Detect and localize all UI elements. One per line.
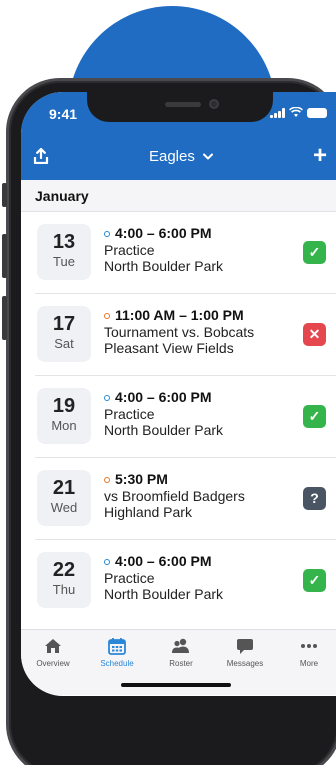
event-title: Tournament vs. Bobcats (104, 324, 255, 340)
event-day: 17 (52, 313, 76, 335)
tab-more[interactable]: More (277, 630, 336, 695)
event-time: 4:00 – 6:00 PM (115, 225, 212, 241)
event-type-dot (104, 394, 110, 401)
rsvp-maybe-icon[interactable]: ? (303, 487, 326, 510)
event-day: 19 (52, 395, 76, 417)
camera-icon (209, 99, 219, 109)
chevron-down-icon (203, 153, 214, 160)
event-location: Highland Park (104, 504, 192, 520)
event-location: Pleasant View Fields (104, 340, 234, 356)
home-indicator (121, 683, 231, 687)
roster-icon (172, 638, 189, 653)
event-title: Practice (104, 242, 155, 258)
team-name: Eagles (148, 148, 195, 165)
event-title: Practice (104, 406, 155, 422)
event-row[interactable]: 19 Mon 4:00 – 6:00 PM Practice North Bou… (35, 376, 336, 458)
event-weekday: Wed (50, 500, 78, 515)
more-dots-icon (301, 644, 317, 648)
date-badge: 19 Mon (37, 388, 91, 444)
event-type-dot (104, 558, 110, 565)
rsvp-declined-icon[interactable]: ✕ (303, 323, 326, 346)
signal-icon (270, 107, 285, 118)
event-details: 5:30 PM vs Broomfield Badgers Highland P… (104, 471, 284, 520)
date-badge: 22 Thu (37, 552, 91, 608)
rsvp-accepted-icon[interactable]: ✓ (303, 241, 326, 264)
event-location: North Boulder Park (104, 586, 224, 602)
date-badge: 13 Tue (37, 224, 91, 280)
add-event-button[interactable]: + (313, 142, 327, 170)
tab-label: Messages (226, 659, 264, 668)
event-day: 22 (52, 559, 76, 581)
tab-label: More (299, 659, 319, 668)
volume-up-button (2, 234, 7, 278)
speaker-grille (165, 102, 201, 107)
team-selector[interactable]: Eagles (21, 148, 336, 165)
event-type-dot (104, 230, 110, 237)
rsvp-accepted-icon[interactable]: ✓ (303, 569, 326, 592)
system-indicators (270, 107, 327, 118)
event-row[interactable]: 13 Tue 4:00 – 6:00 PM Practice North Bou… (35, 212, 336, 294)
stage: 9:41 Eagles + January 13 Tue 4:00 – 6:00… (0, 0, 336, 765)
chat-bubble-icon (237, 638, 253, 654)
event-details: 4:00 – 6:00 PM Practice North Boulder Pa… (104, 225, 284, 274)
app-header: Eagles + (21, 134, 336, 180)
event-time: 11:00 AM – 1:00 PM (115, 307, 244, 323)
rsvp-accepted-icon[interactable]: ✓ (303, 405, 326, 428)
event-day: 13 (52, 231, 76, 253)
event-location: North Boulder Park (104, 422, 224, 438)
date-badge: 21 Wed (37, 470, 91, 526)
event-title: vs Broomfield Badgers (104, 488, 245, 504)
event-time: 5:30 PM (115, 471, 168, 487)
event-time: 4:00 – 6:00 PM (115, 389, 212, 405)
tab-label: Overview (36, 659, 70, 668)
event-row[interactable]: 22 Thu 4:00 – 6:00 PM Practice North Bou… (35, 540, 336, 622)
event-type-dot (104, 312, 110, 319)
home-icon (45, 639, 61, 653)
event-row[interactable]: 21 Wed 5:30 PM vs Broomfield Badgers Hig… (35, 458, 336, 540)
tab-label: Schedule (100, 659, 134, 668)
calendar-icon (108, 638, 126, 655)
event-location: North Boulder Park (104, 258, 224, 274)
event-weekday: Thu (52, 582, 76, 597)
event-details: 4:00 – 6:00 PM Practice North Boulder Pa… (104, 553, 284, 602)
event-details: 11:00 AM – 1:00 PM Tournament vs. Bobcat… (104, 307, 284, 356)
wifi-icon (289, 107, 303, 117)
notch (87, 92, 273, 122)
clock: 9:41 (49, 106, 78, 122)
tab-overview[interactable]: Overview (21, 630, 85, 695)
event-day: 21 (52, 477, 76, 499)
volume-down-button (2, 296, 7, 340)
mute-switch (2, 183, 7, 207)
phone-screen: 9:41 Eagles + January 13 Tue 4:00 – 6:00… (21, 92, 336, 696)
month-header: January (21, 180, 336, 212)
event-details: 4:00 – 6:00 PM Practice North Boulder Pa… (104, 389, 284, 438)
event-weekday: Mon (51, 418, 77, 433)
event-row[interactable]: 17 Sat 11:00 AM – 1:00 PM Tournament vs.… (35, 294, 336, 376)
status-bar: 9:41 (21, 92, 336, 134)
event-time: 4:00 – 6:00 PM (115, 553, 212, 569)
event-title: Practice (104, 570, 155, 586)
event-list: 13 Tue 4:00 – 6:00 PM Practice North Bou… (21, 212, 336, 622)
event-type-dot (104, 476, 110, 483)
date-badge: 17 Sat (37, 306, 91, 362)
tab-label: Roster (169, 659, 193, 668)
battery-icon (307, 107, 327, 118)
event-weekday: Sat (54, 336, 74, 351)
event-weekday: Tue (53, 254, 75, 269)
